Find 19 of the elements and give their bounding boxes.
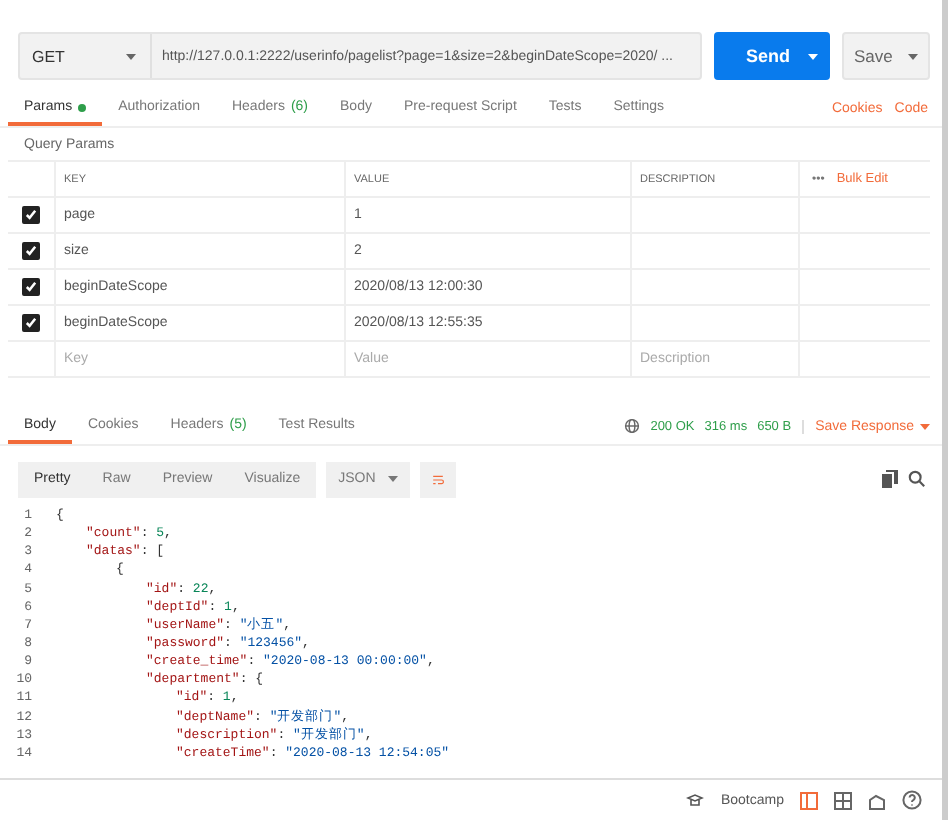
help-icon[interactable] xyxy=(902,790,922,810)
checkbox[interactable] xyxy=(22,278,40,296)
wrap-lines-icon xyxy=(432,471,445,487)
send-button[interactable]: Send xyxy=(714,32,830,80)
layout-icon[interactable] xyxy=(800,791,818,809)
bootcamp-icon[interactable] xyxy=(686,793,705,807)
caret-icon xyxy=(808,53,818,59)
search-icon[interactable] xyxy=(908,470,926,488)
save-button[interactable]: Save xyxy=(842,32,930,80)
caret-icon xyxy=(388,476,399,482)
checkbox[interactable] xyxy=(22,242,40,260)
caret-icon xyxy=(908,53,918,59)
caret-icon xyxy=(920,423,930,429)
grid-icon[interactable] xyxy=(834,791,852,809)
checkbox[interactable] xyxy=(22,206,40,224)
copy-icon[interactable] xyxy=(882,470,898,488)
globe-icon xyxy=(624,418,641,434)
building-icon[interactable] xyxy=(868,791,886,809)
checkbox[interactable] xyxy=(22,314,40,332)
